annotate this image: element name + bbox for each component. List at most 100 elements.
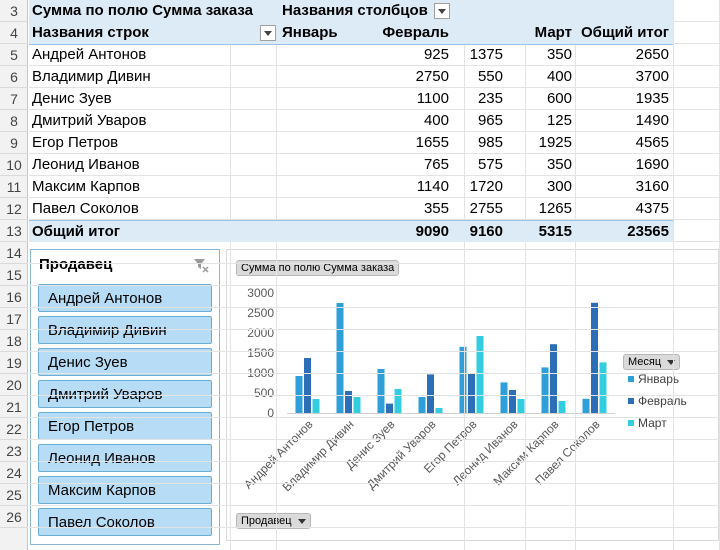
table-row[interactable]: Павел Соколов 355 2755 1265 4375 (29, 198, 673, 220)
table-cell: 235 (477, 90, 503, 107)
values-field-label[interactable]: Сумма по полю Сумма заказа (32, 0, 253, 22)
table-row[interactable]: Андрей Антонов 925 1375 350 2650 (29, 44, 673, 66)
row-header[interactable]: 17 (0, 308, 28, 330)
grid-line (29, 417, 720, 418)
row-header[interactable]: 24 (0, 462, 28, 484)
column-header-mar[interactable]: Март (535, 22, 572, 44)
row-header[interactable]: 4 (0, 22, 28, 44)
legend-swatch (628, 376, 634, 382)
column-labels-filter-button[interactable] (434, 3, 450, 19)
legend-swatch (628, 398, 634, 404)
row-header[interactable]: 5 (0, 44, 28, 66)
row-header[interactable]: 16 (0, 286, 28, 308)
row-header[interactable]: 23 (0, 440, 28, 462)
row-header[interactable]: 25 (0, 484, 28, 506)
row-header[interactable]: 26 (0, 506, 28, 528)
table-cell: 125 (546, 112, 572, 129)
grid-line (29, 307, 720, 308)
bar-feb (509, 390, 516, 413)
table-cell: 300 (546, 178, 572, 195)
column-header-feb[interactable]: Февраль (382, 22, 449, 44)
y-tick-label: 1500 (247, 346, 274, 360)
slicer-title: Продавец (39, 256, 113, 273)
grid-line (29, 461, 720, 462)
table-cell: 600 (546, 90, 572, 107)
row-header[interactable]: 18 (0, 330, 28, 352)
table-cell: 350 (546, 156, 572, 173)
row-header[interactable]: 12 (0, 198, 28, 220)
bar-mar (517, 399, 525, 413)
slicer-item[interactable]: Денис Зуев (38, 348, 212, 376)
row-label: Андрей Антонов (32, 46, 147, 63)
row-header[interactable]: 11 (0, 176, 28, 198)
grid-line (29, 263, 720, 264)
row-header[interactable]: 14 (0, 242, 28, 264)
chevron-down-icon (297, 518, 306, 524)
total-jan: 9090 (415, 223, 449, 240)
row-header[interactable]: 19 (0, 352, 28, 374)
table-row[interactable]: Владимир Дивин 2750 550 400 3700 (29, 66, 673, 88)
row-label: Максим Карпов (32, 178, 140, 195)
bar-mar (353, 397, 361, 413)
table-row[interactable]: Дмитрий Уваров 400 965 125 1490 (29, 110, 673, 132)
legend-label: Март (638, 416, 667, 430)
bar-feb (591, 302, 598, 413)
bar-mar (558, 401, 566, 413)
grand-total-row[interactable]: Общий итог 9090 9160 5315 23565 (29, 220, 673, 242)
row-header[interactable]: 10 (0, 154, 28, 176)
row-header[interactable]: 21 (0, 396, 28, 418)
slicer-item[interactable]: Владимир Дивин (38, 316, 212, 344)
seller-slicer[interactable]: Продавец Андрей Антонов Владимир Дивин Ден… (30, 249, 220, 545)
row-labels-filter-button[interactable] (260, 25, 276, 41)
row-headers: 3 4 5 6 7 8 9 10 11 12 13 14 15 16 17 18 19 20 21 22 23 24 25 2… (0, 0, 28, 550)
row-header[interactable]: 3 (0, 0, 28, 22)
chart-legend-field-button[interactable]: Месяц (623, 354, 681, 370)
table-row[interactable]: Денис Зуев 1100 235 600 1935 (29, 88, 673, 110)
legend-swatch (628, 420, 634, 426)
row-label: Денис Зуев (32, 90, 112, 107)
table-cell: 1140 (416, 178, 449, 195)
bar-jan (377, 369, 385, 413)
row-labels-header[interactable]: Названия строк (32, 22, 149, 44)
column-labels-header[interactable]: Названия столбцов (282, 0, 428, 22)
axis-field-label: Продавец (241, 515, 292, 527)
row-header[interactable]: 9 (0, 132, 28, 154)
slicer-item[interactable]: Максим Карпов (38, 476, 212, 504)
row-label: Павел Соколов (32, 200, 139, 217)
bar-jan (500, 382, 508, 413)
legend-label: Февраль (638, 394, 687, 408)
grid-line (29, 285, 720, 286)
column-header-jan[interactable]: Январь (282, 22, 338, 44)
row-header[interactable]: 7 (0, 88, 28, 110)
table-row[interactable]: Леонид Иванов 765 575 350 1690 (29, 154, 673, 176)
clear-filter-icon[interactable] (193, 257, 209, 273)
row-header[interactable]: 6 (0, 66, 28, 88)
row-header[interactable]: 20 (0, 374, 28, 396)
slicer-item[interactable]: Леонид Иванов (38, 444, 212, 472)
bar-feb (550, 344, 557, 413)
table-cell: 1690 (635, 156, 669, 173)
table-cell: 4565 (635, 134, 669, 151)
table-cell: 1265 (538, 200, 572, 217)
slicer-item[interactable]: Дмитрий Уваров (38, 380, 212, 408)
table-cell: 2750 (415, 68, 449, 85)
table-cell: 1935 (635, 90, 669, 107)
row-header[interactable]: 22 (0, 418, 28, 440)
bar-mar (394, 389, 402, 413)
row-header[interactable]: 13 (0, 220, 28, 242)
table-cell: 575 (477, 156, 503, 173)
y-tick-label: 3000 (247, 286, 274, 300)
grid-line (29, 373, 720, 374)
table-cell: 1655 (415, 134, 449, 151)
bar-feb (386, 403, 393, 413)
table-row[interactable]: Максим Карпов 1140 1720 300 3160 (29, 176, 673, 198)
table-row[interactable]: Егор Петров 1655 985 1925 4565 (29, 132, 673, 154)
bar-feb (304, 358, 311, 413)
row-header[interactable]: 8 (0, 110, 28, 132)
column-header-total[interactable]: Общий итог (581, 22, 669, 44)
slicer-item[interactable]: Павел Соколов (38, 508, 212, 536)
row-header[interactable]: 15 (0, 264, 28, 286)
grid-line (29, 395, 720, 396)
table-cell: 400 (546, 68, 572, 85)
bar-mar (476, 336, 484, 413)
